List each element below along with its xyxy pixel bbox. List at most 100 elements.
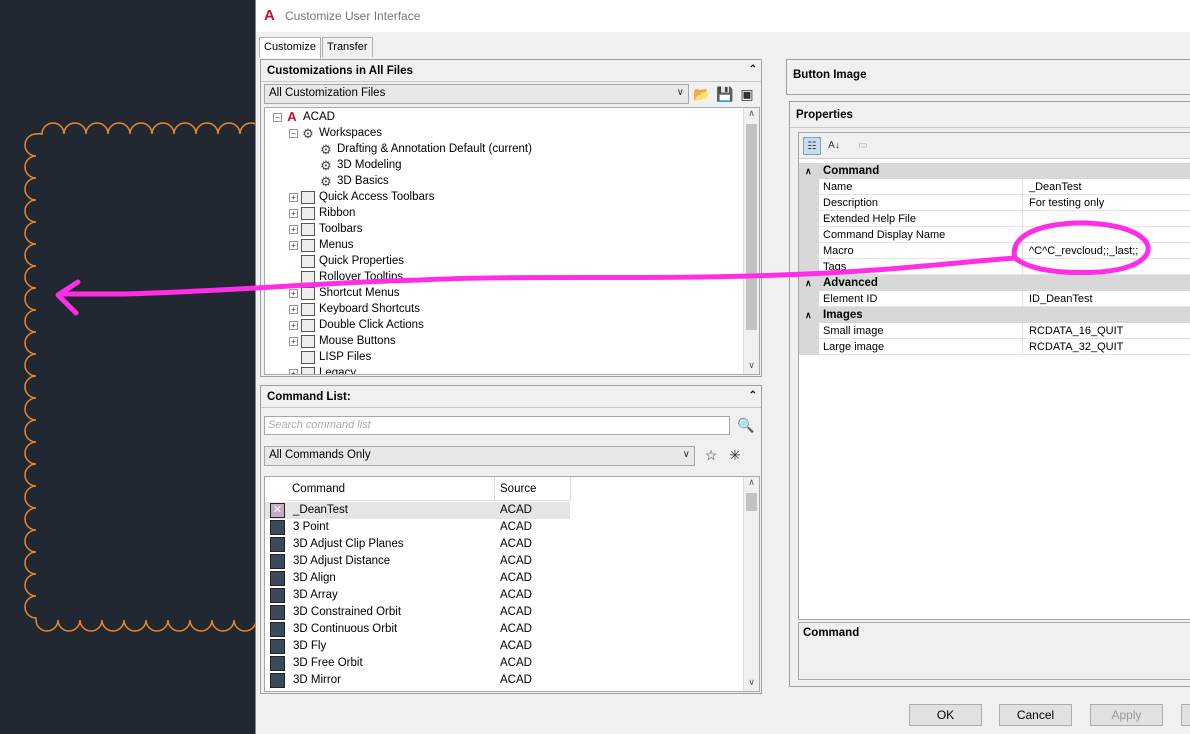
tree-item[interactable]: − A ACAD — [273, 109, 335, 125]
expand-toggle-icon[interactable]: + — [289, 224, 298, 234]
tree-item[interactable]: ⚙ 3D Modeling — [307, 157, 401, 173]
scroll-thumb[interactable] — [746, 124, 757, 330]
property-row-large-image[interactable]: Large image RCDATA_32_QUIT — [799, 339, 1190, 355]
property-row-name[interactable]: Name _DeanTest — [799, 179, 1190, 195]
cancel-button[interactable]: Cancel — [999, 704, 1072, 726]
property-row-description[interactable]: Description For testing only — [799, 195, 1190, 211]
category-images[interactable]: ∧ Images — [799, 307, 1190, 323]
tree-item[interactable]: + Ribbon — [289, 205, 355, 221]
command-row[interactable]: 3D Constrained Orbit ACAD — [265, 604, 570, 621]
scroll-up-icon[interactable]: ∧ — [744, 108, 759, 122]
lisp-icon — [301, 350, 315, 364]
open-file-icon[interactable]: 📂 — [693, 85, 711, 103]
expand-toggle-icon[interactable]: + — [289, 240, 298, 250]
tree-item-label: Quick Access Toolbars — [319, 191, 435, 203]
menu-icon — [301, 238, 315, 252]
property-pages-icon[interactable]: ▭ — [854, 137, 872, 155]
command-row[interactable]: 3D Continuous Orbit ACAD — [265, 621, 570, 638]
property-value[interactable]: _DeanTest — [1029, 179, 1082, 195]
property-row-tags[interactable]: Tags — [799, 259, 1190, 275]
category-advanced-label: Advanced — [823, 277, 878, 289]
scroll-down-icon[interactable]: ∨ — [744, 677, 759, 691]
command-row[interactable]: 3D Adjust Clip Planes ACAD — [265, 536, 570, 553]
save-icon[interactable]: 💾 — [716, 85, 734, 103]
tree-item[interactable]: + Keyboard Shortcuts — [289, 301, 420, 317]
tree-item[interactable]: + Quick Access Toolbars — [289, 189, 434, 205]
alphabetical-icon[interactable]: A↓ — [825, 137, 843, 155]
property-row-help-file[interactable]: Extended Help File — [799, 211, 1190, 227]
property-row-small-image[interactable]: Small image RCDATA_16_QUIT — [799, 323, 1190, 339]
expand-toggle-icon[interactable]: + — [289, 336, 298, 346]
apply-button[interactable]: Apply — [1090, 704, 1163, 726]
scroll-down-icon[interactable]: ∨ — [744, 360, 759, 374]
collapse-icon[interactable]: ∧ — [805, 275, 812, 291]
command-icon — [270, 656, 285, 671]
tree-item[interactable]: ⚙ Drafting & Annotation Default (current) — [307, 141, 532, 157]
collapse-icon[interactable]: ∧ — [805, 163, 812, 179]
command-row[interactable]: 3D Adjust Distance ACAD — [265, 553, 570, 570]
collapse-toggle-icon[interactable]: − — [273, 112, 282, 122]
expand-toggle-icon[interactable]: + — [289, 320, 298, 330]
property-value[interactable]: ID_DeanTest — [1029, 291, 1093, 307]
command-row[interactable]: 3D Mirror ACAD — [265, 672, 570, 689]
command-row[interactable]: 3 Point ACAD — [265, 519, 570, 536]
expand-toggle-icon[interactable]: + — [289, 288, 298, 298]
ok-button[interactable]: OK — [909, 704, 982, 726]
command-row[interactable]: 3D Free Orbit ACAD — [265, 655, 570, 672]
property-label: Large image — [823, 339, 1023, 355]
autocad-logo-icon: A — [264, 7, 275, 24]
tree-item[interactable]: LISP Files — [289, 349, 371, 365]
property-row-macro[interactable]: Macro ^C^C_revcloud;;_last;; — [799, 243, 1190, 259]
tree-item[interactable]: + Legacy — [289, 365, 356, 374]
tab-customize[interactable]: Customize — [259, 37, 321, 58]
category-command[interactable]: ∧ Command — [799, 163, 1190, 179]
tree-item[interactable]: + Shortcut Menus — [289, 285, 400, 301]
property-value[interactable]: RCDATA_32_QUIT — [1029, 339, 1123, 355]
collapse-toggle-icon[interactable]: − — [289, 128, 298, 138]
property-value[interactable]: For testing only — [1029, 195, 1104, 211]
search-icon[interactable]: 🔍 — [737, 416, 755, 434]
property-row-display-name[interactable]: Command Display Name — [799, 227, 1190, 243]
command-row[interactable]: 3D Fly ACAD — [265, 638, 570, 655]
expand-toggle-icon[interactable]: + — [289, 368, 298, 374]
tree-scrollbar[interactable]: ∧ ∨ — [743, 108, 759, 374]
column-header-source[interactable]: Source — [495, 477, 571, 501]
expand-toggle-icon[interactable]: + — [289, 208, 298, 218]
tree-item-label: Ribbon — [319, 207, 356, 219]
scroll-thumb[interactable] — [746, 493, 757, 511]
collapse-icon[interactable]: ⌃ — [749, 390, 757, 401]
tree-item[interactable]: ⚙ 3D Basics — [307, 173, 389, 189]
menu-icon — [301, 286, 315, 300]
tree-item[interactable]: + Menus — [289, 237, 354, 253]
tree-item[interactable]: + Double Click Actions — [289, 317, 424, 333]
command-scrollbar[interactable]: ∧ ∨ — [743, 477, 759, 691]
tree-item[interactable]: + Toolbars — [289, 221, 362, 237]
property-value[interactable]: RCDATA_16_QUIT — [1029, 323, 1123, 339]
property-row-element-id[interactable]: Element ID ID_DeanTest — [799, 291, 1190, 307]
help-button[interactable] — [1181, 704, 1190, 726]
tree-item[interactable]: Rollover Tooltips — [289, 269, 403, 285]
command-row[interactable]: 3D Align ACAD — [265, 570, 570, 587]
command-search-input[interactable]: Search command list — [264, 416, 730, 435]
tree-item[interactable]: Quick Properties — [289, 253, 404, 269]
tab-transfer[interactable]: Transfer — [321, 37, 373, 57]
command-list-title: Command List: — [267, 390, 351, 403]
column-header-command[interactable]: Command — [287, 477, 495, 501]
category-advanced[interactable]: ∧ Advanced — [799, 275, 1190, 291]
tree-item[interactable]: − ⚙ Workspaces — [289, 125, 382, 141]
save-as-icon[interactable]: ▣ — [738, 85, 756, 103]
customization-file-select[interactable]: All Customization Files ∨ — [264, 84, 689, 104]
categorized-icon[interactable]: ☷ — [803, 137, 821, 155]
find-command-icon[interactable]: ☆ — [702, 446, 720, 464]
command-row[interactable]: 3D Array ACAD — [265, 587, 570, 604]
command-filter-select[interactable]: All Commands Only ∨ — [264, 446, 695, 466]
expand-toggle-icon[interactable]: + — [289, 192, 298, 202]
command-row[interactable]: ✕ _DeanTest ACAD — [265, 502, 570, 519]
property-value[interactable]: ^C^C_revcloud;;_last;; — [1029, 243, 1138, 259]
expand-toggle-icon[interactable]: + — [289, 304, 298, 314]
tree-item[interactable]: + Mouse Buttons — [289, 333, 396, 349]
collapse-icon[interactable]: ⌃ — [749, 64, 757, 75]
collapse-icon[interactable]: ∧ — [805, 307, 812, 323]
scroll-up-icon[interactable]: ∧ — [744, 477, 759, 491]
new-command-icon[interactable]: ✳ — [726, 446, 744, 464]
